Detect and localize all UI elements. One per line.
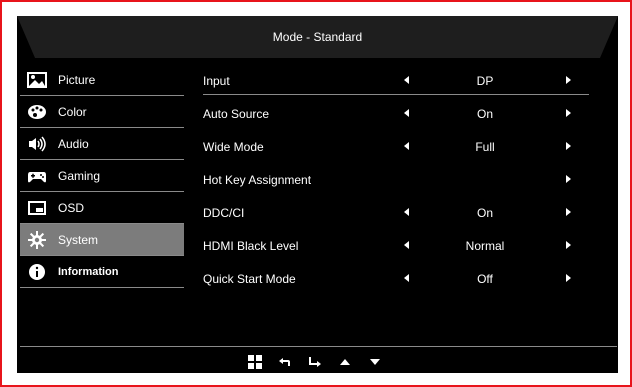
setting-name: Input: [203, 74, 230, 88]
setting-value: On: [476, 107, 493, 121]
sidebar-item-label: OSD: [58, 200, 85, 215]
left-arrow-icon[interactable]: [404, 142, 409, 150]
sidebar-item-system[interactable]: System: [20, 224, 184, 256]
sidebar-item-label: System: [58, 232, 99, 247]
left-arrow-icon[interactable]: [404, 241, 409, 249]
setting-row-ddc-ci[interactable]: DDC/CI On: [203, 200, 603, 233]
right-arrow-icon[interactable]: [566, 241, 571, 249]
setting-row-input[interactable]: Input DP: [203, 68, 603, 101]
enter-arrow-icon[interactable]: [307, 355, 323, 369]
setting-value: DP: [476, 74, 494, 88]
gear-icon: [26, 230, 48, 249]
settings-panel: Input DP Auto Source On Wide Mode Full H…: [203, 68, 603, 299]
setting-value: Normal: [465, 239, 505, 253]
sidebar-item-gaming[interactable]: Gaming: [20, 160, 184, 192]
sidebar: Picture Color Audio Gaming OSD System In…: [20, 64, 184, 288]
screenshot-frame: Mode - Standard Picture Color Audio Gami…: [0, 0, 632, 387]
setting-name: HDMI Black Level: [203, 239, 299, 253]
right-arrow-icon[interactable]: [566, 274, 571, 282]
setting-row-auto-source[interactable]: Auto Source On: [203, 101, 603, 134]
osd-menu: Mode - Standard Picture Color Audio Gami…: [17, 16, 618, 373]
footer-buttons: [247, 354, 383, 370]
setting-name: Hot Key Assignment: [203, 173, 312, 187]
setting-row-hot-key-assignment[interactable]: Hot Key Assignment: [203, 167, 603, 200]
setting-value: Full: [475, 140, 495, 154]
palette-icon: [26, 103, 48, 121]
left-arrow-icon[interactable]: [404, 274, 409, 282]
setting-name: Auto Source: [203, 107, 270, 121]
footer-divider: [20, 346, 617, 347]
back-arrow-icon[interactable]: [277, 355, 293, 369]
setting-value: Off: [477, 272, 493, 286]
setting-name: DDC/CI: [203, 206, 245, 220]
setting-row-hdmi-black-level[interactable]: HDMI Black Level Normal: [203, 233, 603, 266]
up-arrow-icon[interactable]: [337, 355, 353, 369]
sidebar-item-osd[interactable]: OSD: [20, 192, 184, 224]
setting-name: Wide Mode: [203, 140, 264, 154]
gamepad-icon: [26, 167, 48, 185]
sidebar-item-audio[interactable]: Audio: [20, 128, 184, 160]
mode-header: Mode - Standard: [17, 16, 618, 58]
sidebar-item-color[interactable]: Color: [20, 96, 184, 128]
info-icon: [26, 263, 48, 281]
setting-name: Quick Start Mode: [203, 272, 296, 286]
sidebar-item-label: Picture: [58, 72, 96, 87]
left-arrow-icon[interactable]: [404, 76, 409, 84]
setting-row-wide-mode[interactable]: Wide Mode Full: [203, 134, 603, 167]
right-arrow-icon[interactable]: [566, 208, 571, 216]
sidebar-item-label: Audio: [58, 136, 89, 151]
right-arrow-icon[interactable]: [566, 142, 571, 150]
mode-title: Mode - Standard: [272, 30, 363, 44]
setting-row-quick-start-mode[interactable]: Quick Start Mode Off: [203, 266, 603, 299]
sidebar-item-information[interactable]: Information: [20, 256, 184, 288]
right-arrow-icon[interactable]: [566, 76, 571, 84]
setting-value: On: [476, 206, 493, 220]
sidebar-item-label: Color: [58, 104, 87, 119]
row-divider: [203, 94, 589, 95]
speaker-icon: [26, 135, 48, 153]
right-arrow-icon[interactable]: [566, 109, 571, 117]
sidebar-item-picture[interactable]: Picture: [20, 64, 184, 96]
sidebar-item-label: Information: [58, 265, 119, 278]
picture-icon: [26, 71, 48, 89]
osd-window-icon: [26, 199, 48, 217]
left-arrow-icon[interactable]: [404, 208, 409, 216]
menu-grid-icon[interactable]: [247, 355, 263, 369]
left-arrow-icon[interactable]: [404, 109, 409, 117]
down-arrow-icon[interactable]: [367, 355, 383, 369]
right-arrow-icon[interactable]: [566, 175, 571, 183]
sidebar-item-label: Gaming: [58, 168, 101, 183]
